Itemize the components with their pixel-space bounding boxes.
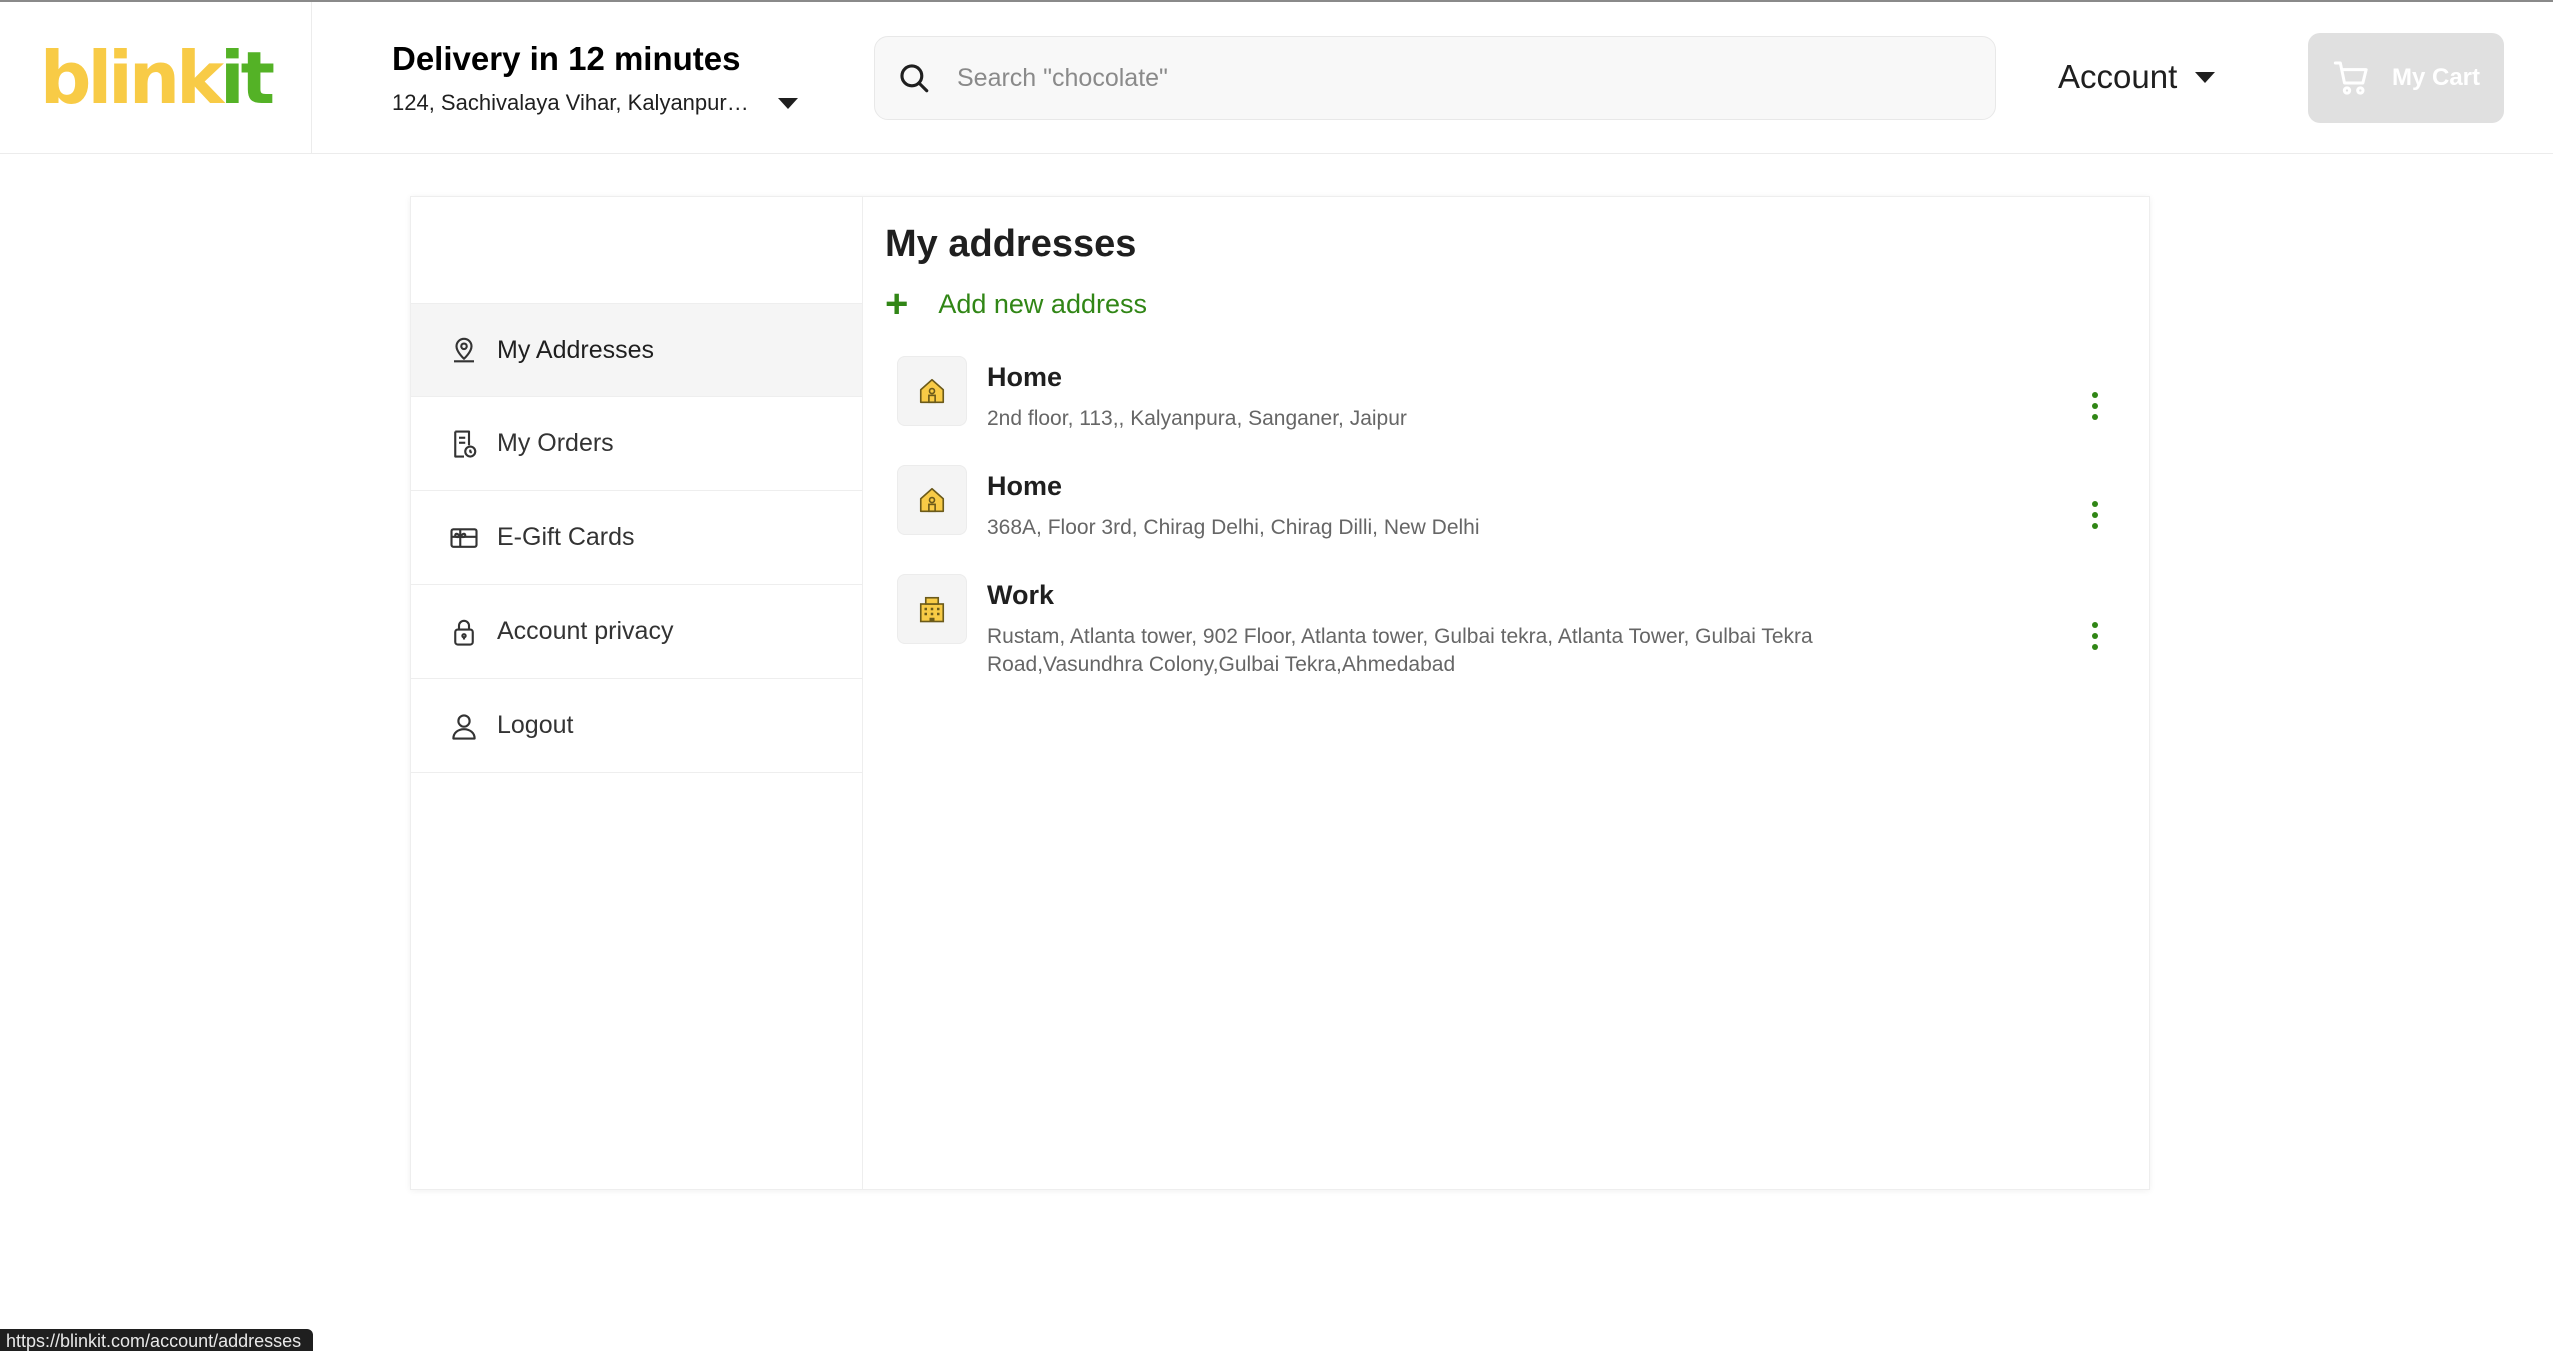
- location-pin-icon: [454, 337, 474, 363]
- home-icon: [919, 487, 945, 513]
- address-text: Work Rustam, Atlanta tower, 902 Floor, A…: [987, 574, 1967, 679]
- logo-container[interactable]: blinkit: [0, 1, 312, 154]
- address-icon-box: [897, 465, 967, 535]
- add-new-address-button[interactable]: + Add new address: [885, 284, 2127, 324]
- address-text: Home 2nd floor, 113,, Kalyanpura, Sangan…: [987, 356, 1967, 433]
- address-label: Work: [987, 580, 1055, 610]
- orders-icon: [454, 429, 477, 458]
- sidebar-item-e-gift-cards[interactable]: E-Gift Cards: [411, 491, 862, 585]
- search-bar[interactable]: [874, 36, 1996, 120]
- lock-icon: [454, 619, 474, 646]
- search-icon: [900, 64, 929, 93]
- address-line: 368A, Floor 3rd, Chirag Delhi, Chirag Di…: [987, 516, 1480, 539]
- address-text: Home 368A, Floor 3rd, Chirag Delhi, Chir…: [987, 465, 1967, 542]
- add-new-address-label: Add new address: [938, 288, 1147, 319]
- address-item[interactable]: Home 2nd floor, 113,, Kalyanpura, Sangan…: [885, 352, 2127, 433]
- delivery-time-title: Delivery in 12 minutes: [392, 40, 741, 77]
- sidebar-item-my-addresses[interactable]: My Addresses: [411, 303, 862, 397]
- status-bar-url: https://blinkit.com/account/addresses: [0, 1329, 314, 1351]
- more-options-icon[interactable]: [2085, 501, 2105, 529]
- sidebar-item-label: Account privacy: [497, 617, 674, 645]
- address-icon-box: [897, 574, 967, 644]
- sidebar-item-label: My Addresses: [497, 335, 655, 364]
- account-panel: My Addresses My Orders E-Gift Cards Acco…: [410, 196, 2150, 1190]
- address-list: Home 2nd floor, 113,, Kalyanpura, Sangan…: [885, 352, 2127, 679]
- delivery-location-selector[interactable]: Delivery in 12 minutes 124, Sachivalaya …: [392, 40, 812, 116]
- user-icon: [452, 713, 476, 740]
- address-icon-box: [897, 356, 967, 426]
- sidebar-item-account-privacy[interactable]: Account privacy: [411, 585, 862, 679]
- sidebar-item-label: E-Gift Cards: [497, 523, 635, 551]
- search-input[interactable]: [957, 63, 1857, 93]
- top-header: blinkit Delivery in 12 minutes 124, Sach…: [0, 1, 2553, 154]
- address-label: Home: [987, 471, 1063, 501]
- plus-icon: +: [885, 282, 909, 326]
- chevron-down-icon: [2195, 71, 2216, 83]
- sidebar-item-label: My Orders: [497, 429, 614, 457]
- blinkit-logo[interactable]: blinkit: [40, 42, 275, 114]
- account-sidebar: My Addresses My Orders E-Gift Cards Acco…: [411, 197, 863, 1189]
- cart-label: My Cart: [2391, 64, 2481, 91]
- delivery-address-text: 124, Sachivalaya Vihar, Kalyanpura, Jaip…: [392, 90, 752, 115]
- more-options-icon[interactable]: [2085, 622, 2105, 650]
- page-title: My addresses: [885, 223, 1137, 265]
- home-icon: [919, 378, 945, 404]
- delivery-address-row[interactable]: 124, Sachivalaya Vihar, Kalyanpura, Jaip…: [392, 90, 812, 116]
- addresses-content: My addresses + Add new address Home 2nd …: [863, 197, 2149, 1189]
- chevron-down-icon[interactable]: [778, 97, 798, 109]
- account-menu-button[interactable]: Account: [2058, 58, 2216, 96]
- address-label: Home: [987, 362, 1063, 392]
- address-item[interactable]: Home 368A, Floor 3rd, Chirag Delhi, Chir…: [885, 461, 2127, 542]
- more-options-icon[interactable]: [2085, 392, 2105, 420]
- sidebar-item-my-orders[interactable]: My Orders: [411, 397, 862, 491]
- gift-card-icon: [450, 527, 478, 548]
- my-cart-button[interactable]: My Cart: [2308, 33, 2504, 123]
- sidebar-item-logout[interactable]: Logout: [411, 679, 862, 773]
- address-line: 2nd floor, 113,, Kalyanpura, Sanganer, J…: [987, 407, 1407, 430]
- sidebar-item-label: Logout: [497, 711, 574, 739]
- building-icon: [919, 596, 945, 623]
- address-line: Rustam, Atlanta tower, 902 Floor, Atlant…: [987, 625, 1813, 676]
- account-label: Account: [2058, 58, 2178, 95]
- address-item[interactable]: Work Rustam, Atlanta tower, 902 Floor, A…: [885, 570, 2127, 679]
- cart-icon: [2333, 61, 2368, 95]
